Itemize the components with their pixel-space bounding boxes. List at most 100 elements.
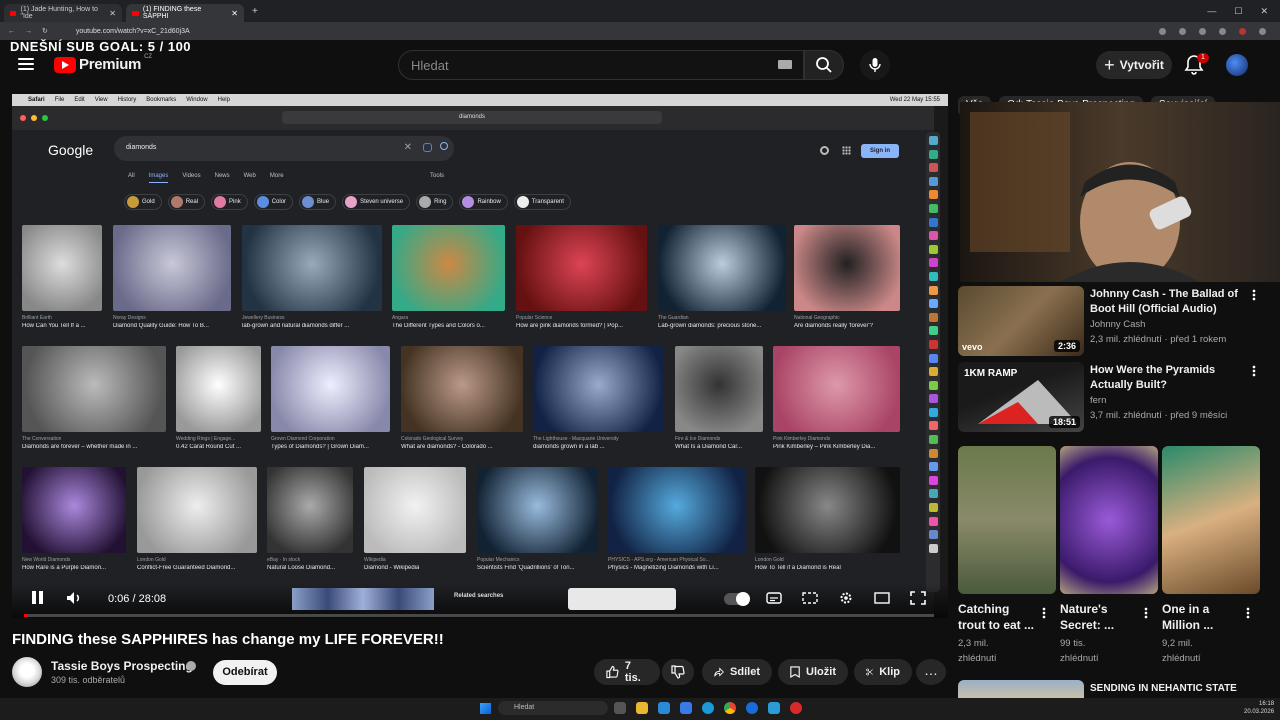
- image-result-source: The Guardian: [658, 315, 689, 321]
- task-view-icon[interactable]: [614, 702, 626, 714]
- image-result-title: Natural Loose Diamond...: [267, 565, 336, 571]
- notification-count-badge: 1: [1197, 53, 1209, 63]
- create-label: Vytvořit: [1119, 58, 1164, 72]
- more-options-icon[interactable]: [1252, 289, 1256, 301]
- youtube-premium-logo[interactable]: Premium CZ: [54, 54, 152, 73]
- search-button[interactable]: [804, 50, 844, 80]
- more-options-icon[interactable]: [1252, 365, 1256, 377]
- views-line: zhlédnutí: [1162, 653, 1201, 664]
- voice-search-button[interactable]: [860, 50, 890, 80]
- back-icon[interactable]: ←: [8, 28, 15, 35]
- extension-icon[interactable]: [1179, 27, 1186, 35]
- short-title[interactable]: Catching trout to eat ...: [958, 601, 1034, 633]
- volume-icon[interactable]: [66, 591, 82, 605]
- close-tab-icon[interactable]: ✕: [109, 9, 116, 18]
- save-button[interactable]: Uložit: [778, 659, 848, 685]
- extension-icon[interactable]: [1159, 27, 1166, 35]
- short-title[interactable]: Nature's Secret: ...: [1060, 601, 1114, 633]
- image-result-thumbnail: [516, 225, 647, 311]
- taskbar-app-icon[interactable]: [790, 702, 802, 714]
- more-options-icon[interactable]: [1246, 607, 1250, 619]
- share-button[interactable]: Sdílet: [702, 659, 772, 685]
- minimize-icon[interactable]: —: [1207, 6, 1216, 17]
- title-line: Boot Hill (Official Audio): [1090, 303, 1217, 315]
- image-result-title: 0.42 Carat Round Cut ...: [176, 444, 242, 450]
- close-window-icon[interactable]: ✕: [1260, 6, 1268, 17]
- recommendation-thumbnail[interactable]: 1KM RAMP 18:51: [958, 362, 1084, 432]
- short-thumbnail[interactable]: [1162, 446, 1260, 594]
- extension-icon[interactable]: [1219, 27, 1226, 35]
- dock-app-icon: [928, 462, 938, 472]
- more-options-icon[interactable]: [1042, 607, 1046, 619]
- subtitles-icon[interactable]: [766, 591, 782, 605]
- recommendation-channel[interactable]: fern: [1090, 393, 1106, 408]
- dock-app-icon: [928, 407, 938, 417]
- dock-app-icon: [928, 475, 938, 485]
- like-button[interactable]: 7 tis.: [594, 659, 660, 685]
- reload-icon[interactable]: ↻: [42, 27, 48, 35]
- image-result-thumbnail: [608, 467, 745, 553]
- extension-icon[interactable]: [1199, 27, 1206, 35]
- taskbar-app-icon[interactable]: [768, 702, 780, 714]
- account-avatar[interactable]: [1226, 54, 1248, 76]
- image-result-source: Noray Designs: [113, 315, 146, 321]
- save-label: Uložit: [806, 666, 836, 678]
- keyboard-icon[interactable]: [778, 60, 792, 69]
- taskbar-app-icon[interactable]: [746, 702, 758, 714]
- safari-window: diamonds Google diamonds ✕ Sign in All I…: [12, 106, 940, 618]
- close-tab-icon[interactable]: ✕: [231, 9, 238, 18]
- short-thumbnail[interactable]: [958, 446, 1056, 594]
- dislike-button[interactable]: [662, 659, 694, 685]
- settings-icon[interactable]: [838, 591, 854, 605]
- forward-icon[interactable]: →: [25, 28, 32, 35]
- maximize-icon[interactable]: ☐: [1234, 6, 1242, 17]
- dock-app-icon: [928, 339, 938, 349]
- more-actions-button[interactable]: …: [916, 659, 946, 685]
- clip-button[interactable]: Klip: [854, 659, 912, 685]
- taskbar-search-input[interactable]: Hledat: [498, 701, 608, 715]
- recommendation-thumbnail[interactable]: [958, 680, 1084, 698]
- create-button[interactable]: + Vytvořit: [1096, 51, 1172, 79]
- miniplayer-icon[interactable]: [802, 591, 818, 605]
- image-result-title: The Different Types and Colors o...: [392, 323, 485, 329]
- short-views: 99 tis. zhlédnutí: [1060, 636, 1099, 666]
- dock-app-icon: [928, 285, 938, 295]
- fullscreen-icon[interactable]: [910, 591, 926, 605]
- theater-mode-icon[interactable]: [874, 591, 890, 605]
- url-field[interactable]: youtube.com/watch?v=xC_21d60j3A: [76, 28, 190, 35]
- browser-menu-icon[interactable]: [1259, 27, 1266, 35]
- pause-button[interactable]: [30, 591, 44, 605]
- subscribe-button[interactable]: Odebírat: [213, 660, 277, 685]
- recommendation-channel[interactable]: Johnny Cash: [1090, 317, 1145, 332]
- video-player[interactable]: Safari File Edit View History Bookmarks …: [12, 94, 948, 618]
- chrome-icon[interactable]: [724, 702, 736, 714]
- browser-tab-active[interactable]: (1) FINDING these SAPPHI ✕: [126, 4, 244, 22]
- hamburger-menu-icon[interactable]: [18, 58, 34, 70]
- autoplay-toggle[interactable]: [724, 592, 750, 606]
- dock-app-icon: [928, 543, 938, 553]
- windows-start-icon[interactable]: [480, 703, 491, 714]
- short-views: 2,3 mil. zhlédnutí: [958, 636, 997, 666]
- browser-tab[interactable]: (1) Jade Hunting, How to "Ide ✕: [4, 4, 122, 22]
- edge-icon[interactable]: [702, 702, 714, 714]
- image-result-source: Wikipedia: [364, 557, 386, 563]
- taskbar-app-icon[interactable]: [680, 702, 692, 714]
- profile-icon[interactable]: [1239, 27, 1246, 35]
- short-title[interactable]: One in a Million ...: [1162, 601, 1213, 633]
- recommendation-title[interactable]: SENDING IN NEHANTIC STATE: [1090, 681, 1237, 696]
- taskbar-app-icon[interactable]: [658, 702, 670, 714]
- channel-avatar[interactable]: [12, 657, 42, 687]
- image-result-thumbnail: [755, 467, 900, 553]
- new-tab-icon[interactable]: +: [252, 6, 258, 17]
- channel-name[interactable]: Tassie Boys Prospecting: [51, 659, 193, 673]
- search-input[interactable]: Hledat: [398, 50, 804, 80]
- short-thumbnail[interactable]: [1060, 446, 1158, 594]
- progress-bar[interactable]: [24, 614, 934, 617]
- recommendation-title[interactable]: Johnny Cash - The Ballad of Boot Hill (O…: [1090, 287, 1238, 317]
- recommendation-title[interactable]: How Were the Pyramids Actually Built?: [1090, 363, 1215, 393]
- recommendation-thumbnail[interactable]: vevo 2:36: [958, 286, 1084, 356]
- taskbar-clock[interactable]: 16:18 20.03.2026: [1244, 700, 1274, 716]
- file-explorer-icon[interactable]: [636, 702, 648, 714]
- more-options-icon[interactable]: [1144, 607, 1148, 619]
- image-result-thumbnail: [401, 346, 523, 432]
